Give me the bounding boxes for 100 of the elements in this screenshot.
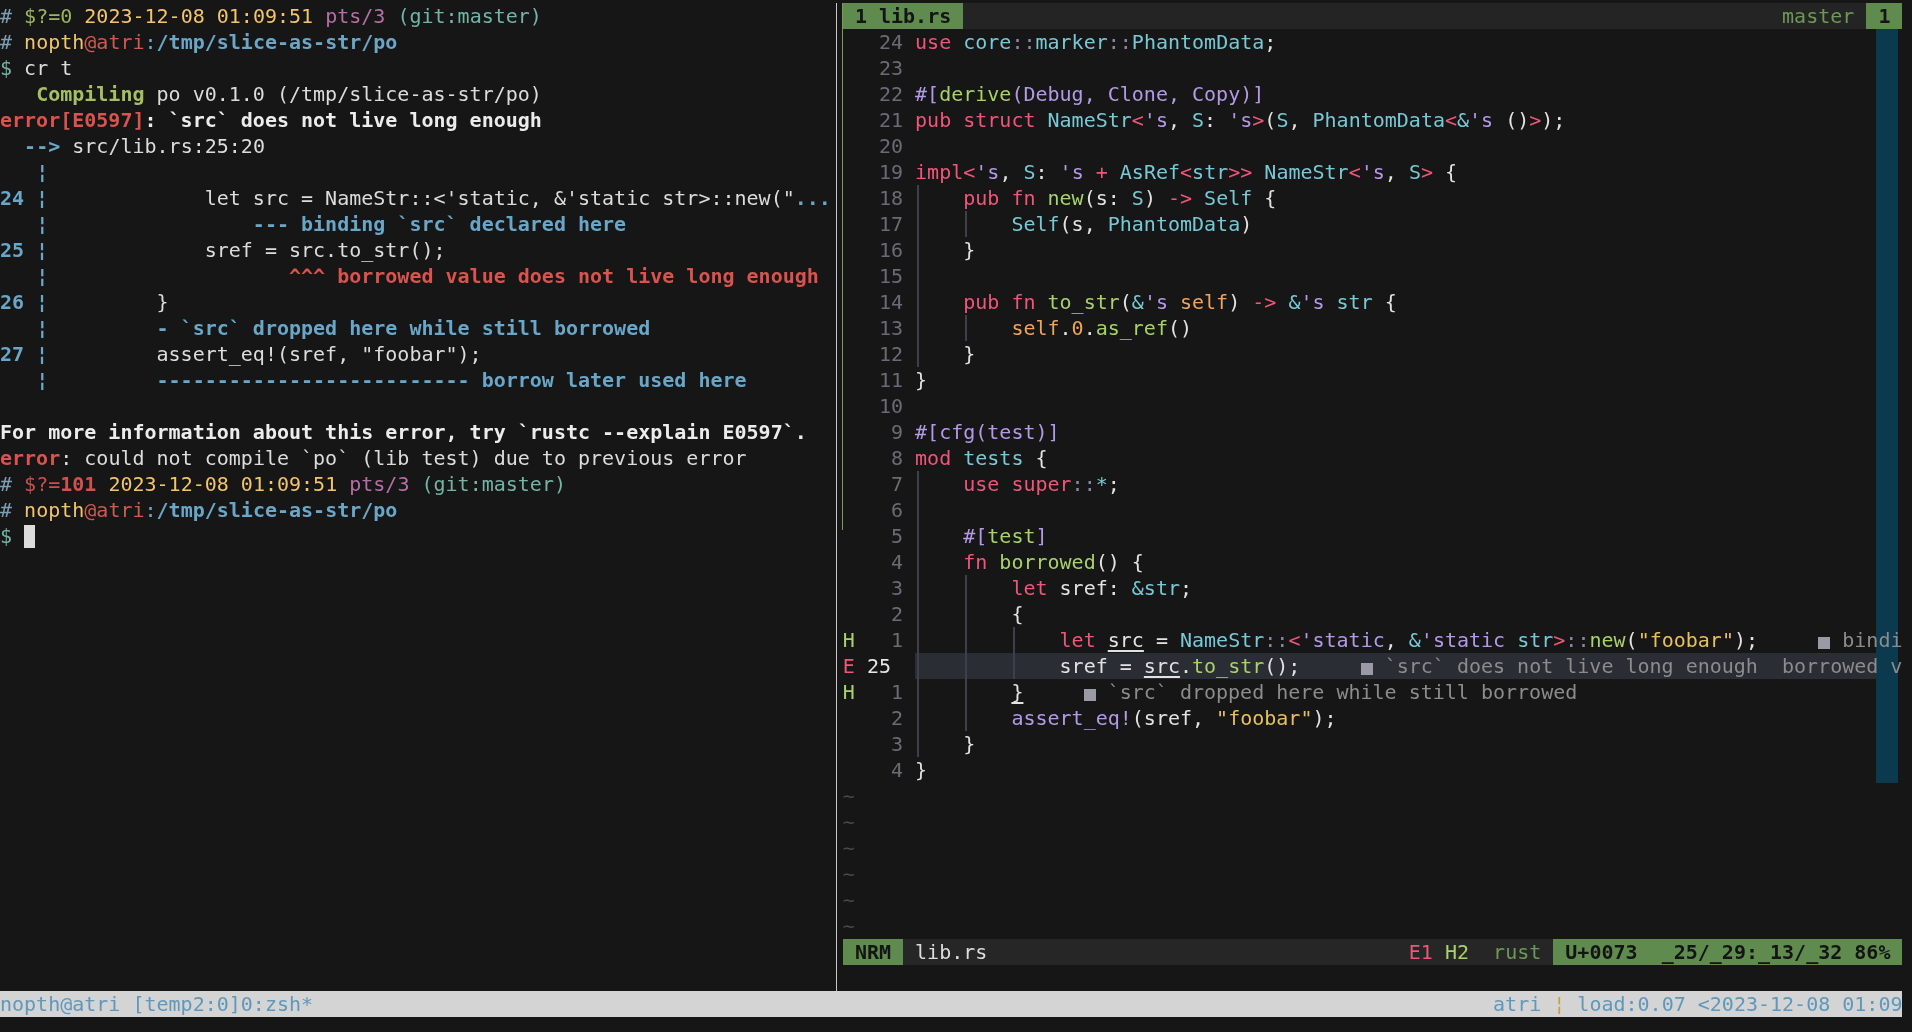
terminal-line: # $?=101 2023-12-08 01:09:51 pts/3 (git:master) [0, 472, 566, 496]
code-line: { [1011, 602, 1024, 626]
hint-count: H2 [1444, 939, 1469, 965]
diagnostic-message: borrowed v [1782, 654, 1903, 678]
terminal-line: ¦ --- binding `src` declared here [36, 212, 627, 236]
line-number: 24 [877, 29, 904, 55]
line-number: 23 [877, 55, 904, 81]
host-name: atri [1493, 991, 1542, 1017]
code-line: let sref: &str; [1011, 576, 1193, 600]
session-name: nopth@atri [0, 991, 121, 1017]
empty-line-marker: ~ [842, 862, 855, 886]
empty-line-marker: ~ [842, 784, 855, 808]
buffer-tab[interactable]: 1 lib.rs [842, 3, 964, 29]
load-average: load:0.07 [1577, 991, 1686, 1017]
terminal-line: ¦ -------------------------- borrow later used here [36, 368, 747, 392]
empty-line-marker: ~ [842, 836, 855, 860]
code-line: impl<'s, S: 's + AsRef<str>> NameStr<'s, S> { [915, 160, 1458, 184]
terminal-line: 27 ¦ assert_eq!(sref, "foobar"); [0, 342, 482, 366]
line-number: 9 [890, 419, 904, 445]
line-number: 15 [877, 263, 904, 289]
scroll-percent: 86% [1854, 939, 1891, 965]
empty-line-marker: ~ [842, 888, 855, 912]
line-number: 25 [866, 653, 892, 679]
line-number: 12 [877, 341, 904, 367]
line-number: 1 [890, 679, 904, 705]
terminal-line: 26 ¦ } [0, 290, 169, 314]
terminal-line: Compiling po v0.1.0 (/tmp/slice-as-str/po) [36, 82, 542, 106]
square-icon [1360, 663, 1373, 675]
branch-name: master [1782, 3, 1855, 29]
terminal-line: ¦ - `src` dropped here while still borrowed [36, 316, 651, 340]
diagnostic-message: bindi [1842, 628, 1903, 652]
code-line: mod tests { [915, 446, 1048, 470]
diagnostic-sign: H [842, 679, 855, 705]
terminal-line: $ [0, 524, 14, 548]
line-number: 4 [890, 549, 904, 575]
window-list: [temp2:0]0:zsh* [132, 991, 314, 1017]
clock: <2023-12-08 01:09 [1697, 991, 1903, 1017]
line-number: 3 [890, 731, 904, 757]
code-line: sref = src.to_str(); [1059, 654, 1301, 678]
terminal-line: ¦ ^^^ borrowed value does not live long enough [36, 264, 819, 288]
terminal-line: $ cr t [0, 56, 73, 80]
line-number: 14 [877, 289, 904, 315]
line-number: 6 [890, 497, 904, 523]
code-line: pub fn new(s: S) -> Self { [963, 186, 1277, 210]
diagnostic-sign: H [842, 627, 855, 653]
diagnostic-message: `src` dropped here while still borrowed [1107, 680, 1578, 704]
line-number: 7 [890, 471, 904, 497]
empty-line-marker: ~ [842, 810, 855, 834]
line-number: 22 [877, 81, 904, 107]
language-name: rust [1493, 939, 1542, 965]
terminal-line: error[E0597]: `src` does not live long enough [0, 108, 542, 132]
line-number: 20 [877, 133, 904, 159]
terminal-line: 24 ¦ let src = NameStr::<'static, &'static str>::new("... [0, 186, 831, 210]
line-number: 10 [877, 393, 904, 419]
code-line: } [915, 368, 928, 392]
code-line: fn borrowed() { [963, 550, 1144, 574]
cursor-icon [24, 525, 36, 548]
code-line: } [963, 342, 976, 366]
code-line: #[test] [963, 524, 1048, 548]
terminal-line: # nopth@atri:/tmp/slice-as-str/po [0, 498, 398, 522]
code-line: } [963, 732, 976, 756]
character-code: U+0073 [1565, 939, 1638, 965]
terminal-line: # nopth@atri:/tmp/slice-as-str/po [0, 30, 398, 54]
code-line: } [1011, 680, 1024, 704]
line-number: 17 [877, 211, 904, 237]
code-line: } [963, 238, 976, 262]
code-line: use super::*; [963, 472, 1120, 496]
terminal-line: For more information about this error, try `rustc --explain E0597`. [0, 420, 807, 444]
line-number: 21 [877, 107, 904, 133]
code-line: } [915, 758, 928, 782]
line-number: 5 [890, 523, 904, 549]
terminal-line: --> src/lib.rs:25:20 [24, 134, 265, 158]
terminal-line: # $?=0 2023-12-08 01:09:51 pts/3 (git:master) [0, 4, 542, 28]
separator: ¦ [1553, 991, 1566, 1017]
code-line: let src = NameStr::<'static, &'static str>::new("foobar"); [1059, 628, 1759, 652]
cursor-position: _25/_29:_13/_32 [1661, 939, 1843, 965]
empty-line-marker: ~ [842, 914, 855, 938]
line-number: 8 [890, 445, 904, 471]
file-name: lib.rs [915, 939, 988, 965]
code-line: #[derive(Debug, Clone, Copy)] [915, 82, 1265, 106]
line-number: 19 [877, 159, 904, 185]
line-number: 16 [877, 237, 904, 263]
terminal-line: ¦ [36, 160, 49, 184]
code-line: pub struct NameStr<'s, S: 's>(S, PhantomData<&'s ()>); [915, 108, 1566, 132]
window-number: 1 [1866, 3, 1903, 29]
mode-indicator: NRM [842, 939, 904, 965]
line-number: 4 [890, 757, 904, 783]
terminal-line: 25 ¦ sref = src.to_str(); [0, 238, 446, 262]
square-icon [1818, 637, 1831, 649]
error-count: E1 [1408, 939, 1433, 965]
code-line: self.0.as_ref() [1011, 316, 1193, 340]
line-number: 18 [877, 185, 904, 211]
line-number: 3 [890, 575, 904, 601]
line-number: 13 [877, 315, 904, 341]
line-number: 2 [890, 705, 904, 731]
code-line: pub fn to_str(&'s self) -> &'s str { [963, 290, 1397, 314]
line-number: 2 [890, 601, 904, 627]
code-line: use core::marker::PhantomData; [915, 30, 1277, 54]
line-number: 11 [877, 367, 904, 393]
code-line: #[cfg(test)] [915, 420, 1060, 444]
